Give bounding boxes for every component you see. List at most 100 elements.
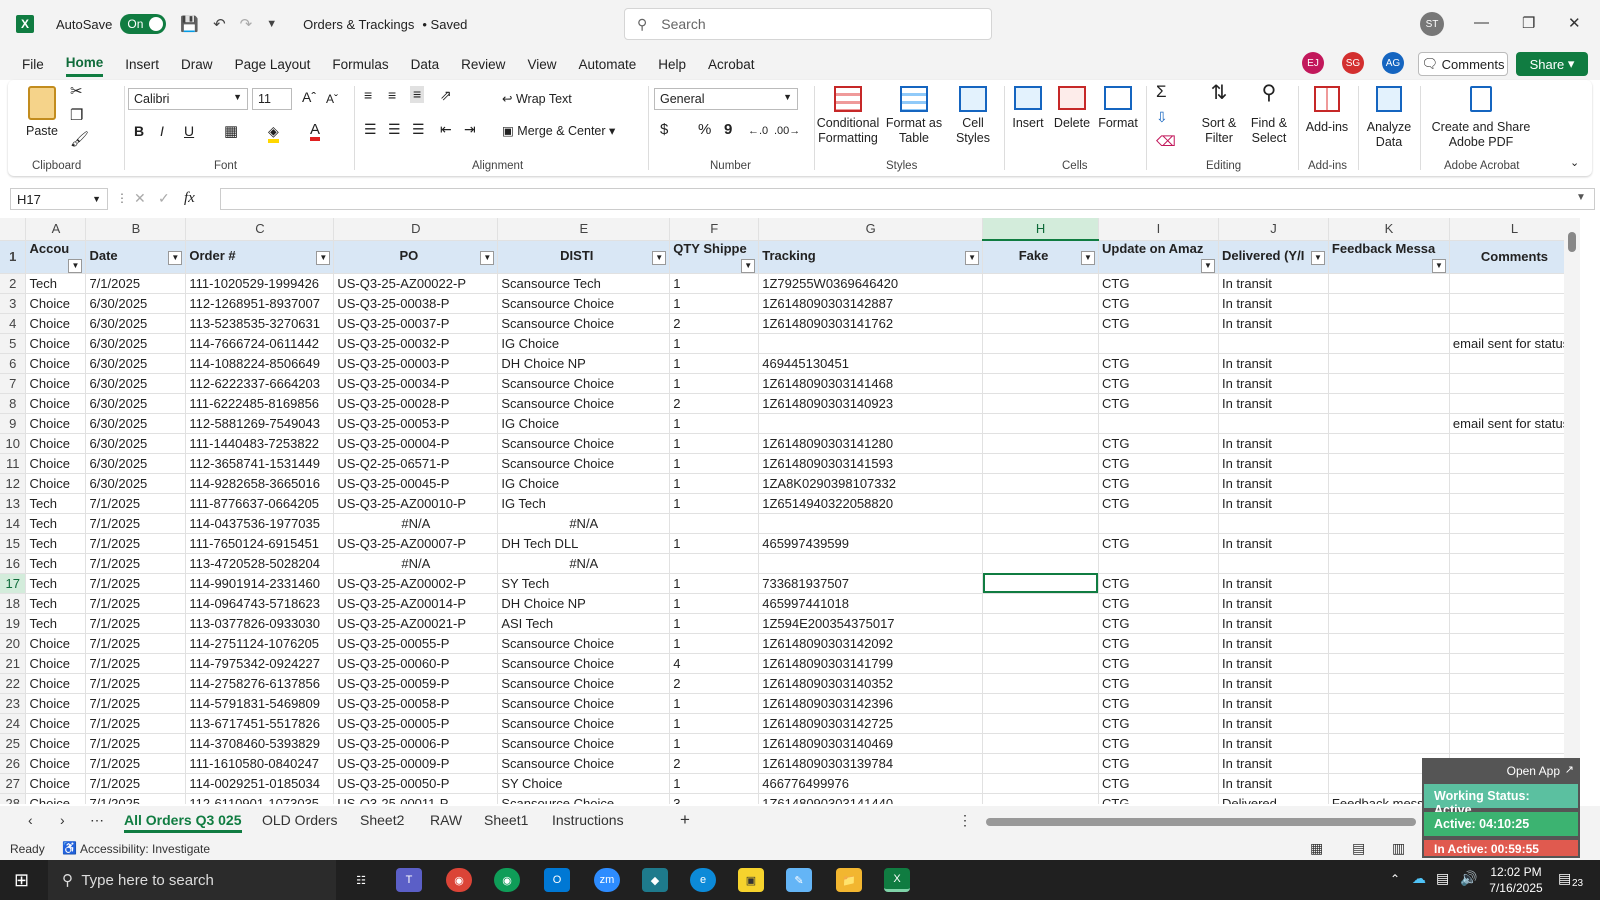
cell[interactable]: CTG (1098, 373, 1219, 394)
cell[interactable]: 7/1/2025 (85, 493, 187, 514)
percent-button[interactable]: % (698, 122, 711, 137)
cell[interactable] (982, 613, 1099, 634)
customize-toolbar-icon[interactable]: ▼ (266, 18, 277, 30)
cell[interactable]: 1 (669, 773, 760, 794)
cell[interactable]: Scansource Choice (497, 313, 671, 334)
font-size-dropdown[interactable]: 11 (252, 88, 292, 110)
cell[interactable]: CTG (1098, 473, 1219, 494)
cell[interactable]: 6/30/2025 (85, 293, 187, 314)
table-header-cell[interactable]: PO ▼ (333, 240, 499, 274)
filter-dropdown-icon[interactable]: ▼ (68, 258, 83, 272)
cell[interactable] (982, 333, 1099, 354)
cell[interactable]: 112-6110901-1073035 (185, 793, 335, 804)
italic-button[interactable]: I (160, 124, 164, 139)
cell[interactable] (1449, 613, 1580, 634)
cell[interactable]: 1Z6514940322058820 (758, 493, 984, 514)
cell[interactable]: In transit (1218, 273, 1329, 294)
more-tabs-icon[interactable]: ⋯ (90, 812, 104, 829)
cell[interactable] (982, 473, 1099, 494)
decrease-decimal-icon[interactable]: .00→ (774, 124, 800, 139)
column-header-j[interactable]: J (1218, 218, 1329, 241)
cell[interactable]: CTG (1098, 433, 1219, 454)
cell[interactable]: 112-5881269-7549043 (185, 413, 335, 434)
fill-icon[interactable]: ⇩ (1156, 110, 1168, 125)
horizontal-scrollbar[interactable] (986, 818, 1416, 826)
cell[interactable]: 465997441018 (758, 593, 984, 614)
cell[interactable]: 465997439599 (758, 533, 984, 554)
cell[interactable]: Scansource Choice (497, 653, 671, 674)
cell[interactable]: 114-0029251-0185034 (185, 773, 335, 794)
teams-app-icon[interactable]: T (396, 868, 422, 892)
cell[interactable]: 113-4720528-5028204 (185, 553, 335, 574)
cell[interactable]: Choice (25, 633, 87, 654)
tab-raw[interactable]: RAW (430, 812, 462, 828)
collaborator-avatar-ej[interactable]: EJ (1302, 52, 1324, 74)
cell[interactable]: 114-2751124-1076205 (185, 633, 335, 654)
cell[interactable]: 7/1/2025 (85, 793, 187, 804)
insert-cells-button[interactable]: Insert (1008, 86, 1048, 131)
cell[interactable]: Choice (25, 693, 87, 714)
cell[interactable]: 1Z6148090303141593 (758, 453, 984, 474)
cell[interactable]: Choice (25, 393, 87, 414)
cell[interactable]: In transit (1218, 373, 1329, 394)
name-box[interactable]: H17 ▼ (10, 188, 108, 210)
find-select-button[interactable]: ⚲ Find & Select (1246, 83, 1292, 146)
cell[interactable]: 733681937507 (758, 573, 984, 594)
filter-dropdown-icon[interactable]: ▼ (316, 251, 331, 265)
underline-button[interactable]: U (184, 124, 194, 139)
comments-button[interactable]: 🗨 Comments (1418, 52, 1508, 76)
cell[interactable]: 7/1/2025 (85, 553, 187, 574)
cell[interactable] (1449, 653, 1580, 674)
cell[interactable]: CTG (1098, 673, 1219, 694)
cell[interactable]: Choice (25, 353, 87, 374)
table-header-cell[interactable]: Order # ▼ (185, 240, 335, 274)
clock[interactable]: 12:02 PM 7/16/2025 (1484, 864, 1548, 896)
cell[interactable]: CTG (1098, 693, 1219, 714)
cell[interactable]: 1Z6148090303140469 (758, 733, 984, 754)
cell[interactable] (1449, 713, 1580, 734)
cell[interactable]: Choice (25, 713, 87, 734)
cell[interactable]: Tech (25, 533, 87, 554)
cell[interactable]: In transit (1218, 533, 1329, 554)
copy-icon[interactable]: ❐ (70, 108, 83, 123)
table-header-cell[interactable]: QTY Shippe ▼ (669, 240, 760, 274)
zoom-app-icon[interactable]: zm (594, 868, 620, 892)
cell[interactable]: In transit (1218, 493, 1329, 514)
cell[interactable] (982, 593, 1099, 614)
align-right-icon[interactable]: ☰ (412, 122, 425, 137)
cell[interactable] (982, 693, 1099, 714)
cell[interactable]: In transit (1218, 453, 1329, 474)
cell[interactable]: email sent for status (1449, 413, 1580, 434)
cell[interactable] (1328, 633, 1450, 654)
cell[interactable]: In transit (1218, 433, 1329, 454)
cell[interactable]: Choice (25, 473, 87, 494)
cell[interactable]: DH Tech DLL (497, 533, 671, 554)
cell[interactable]: In transit (1218, 653, 1329, 674)
cell[interactable]: Choice (25, 313, 87, 334)
cell[interactable]: 1Z6148090303141440 (758, 793, 984, 804)
cell[interactable] (982, 513, 1099, 534)
column-header-g[interactable]: G (758, 218, 984, 241)
cell[interactable] (758, 513, 984, 534)
cell[interactable]: 6/30/2025 (85, 353, 187, 374)
cell[interactable]: 1 (669, 573, 760, 594)
cell[interactable] (1328, 573, 1450, 594)
cell[interactable] (982, 733, 1099, 754)
confirm-entry-icon[interactable]: ✓ (158, 190, 170, 207)
share-button[interactable]: Share ▾ (1516, 52, 1588, 76)
cell[interactable]: Scansource Choice (497, 733, 671, 754)
save-status[interactable]: • Saved (422, 17, 467, 32)
conditional-formatting-button[interactable]: Conditional Formatting (816, 86, 880, 146)
decrease-indent-icon[interactable]: ⇤ (440, 122, 452, 137)
search-box[interactable]: ⚲ Search (624, 8, 992, 40)
cell[interactable] (1449, 493, 1580, 514)
cell[interactable] (982, 653, 1099, 674)
bold-button[interactable]: B (134, 124, 144, 139)
cell[interactable]: Scansource Choice (497, 373, 671, 394)
select-all-corner[interactable] (0, 218, 27, 241)
row-header[interactable]: 5 (0, 333, 27, 354)
cell[interactable]: 1 (669, 293, 760, 314)
volume-icon[interactable]: 🔊 (1460, 870, 1477, 887)
menu-data[interactable]: Data (411, 53, 440, 76)
more-options-icon[interactable]: ⋮ (116, 191, 128, 205)
